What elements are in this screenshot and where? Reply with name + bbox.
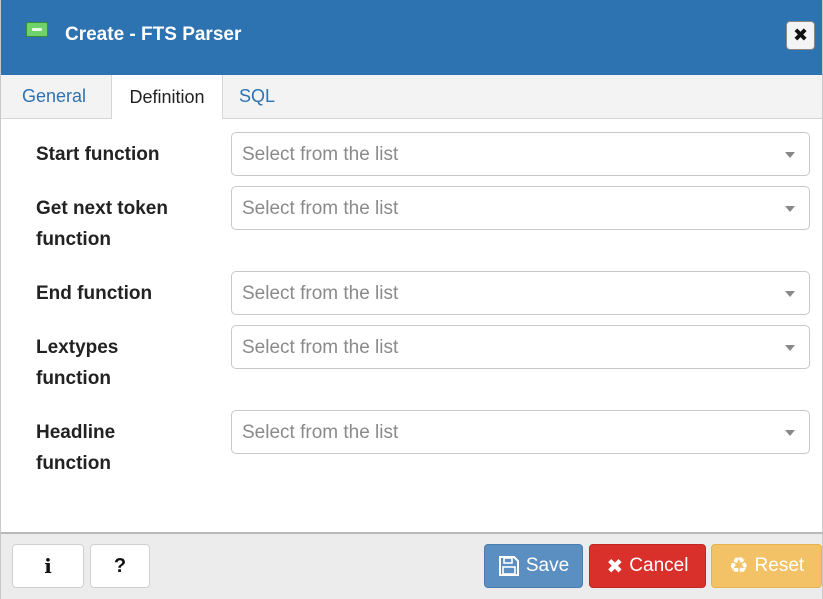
recycle-icon: ♻ bbox=[728, 553, 749, 578]
caret-down-icon bbox=[785, 152, 795, 158]
start-function-select[interactable]: Select from the list bbox=[231, 132, 810, 176]
floppy-disk-icon bbox=[498, 555, 520, 577]
save-button[interactable]: Save bbox=[484, 544, 583, 588]
lextypes-function-select[interactable]: Select from the list bbox=[231, 325, 810, 369]
reset-button[interactable]: ♻ Reset bbox=[711, 544, 822, 588]
label-line: End function bbox=[36, 283, 153, 304]
caret-down-icon bbox=[785, 430, 795, 436]
select-placeholder: Select from the list bbox=[242, 198, 399, 219]
get-next-token-function-select[interactable]: Select from the list bbox=[231, 186, 810, 230]
start-function-label: Start function bbox=[36, 139, 160, 170]
select-placeholder: Select from the list bbox=[242, 144, 399, 165]
help-icon: ? bbox=[113, 554, 127, 577]
caret-down-icon bbox=[785, 291, 795, 297]
caret-down-icon bbox=[785, 206, 795, 212]
x-mark-icon: ✖ bbox=[606, 555, 624, 578]
tab-definition[interactable]: Definition bbox=[111, 75, 223, 119]
select-placeholder: Select from the list bbox=[242, 337, 399, 358]
reset-label: Reset bbox=[754, 555, 805, 576]
help-button[interactable]: ? bbox=[90, 544, 150, 588]
caret-down-icon bbox=[785, 345, 795, 351]
dialog-footer: i ? Save ✖ Cancel ♻ Reset bbox=[1, 532, 822, 599]
create-fts-parser-dialog: Create - FTS Parser ✖ General Definition… bbox=[0, 0, 823, 599]
select-placeholder: Select from the list bbox=[242, 283, 399, 304]
tab-general[interactable]: General bbox=[1, 75, 107, 118]
label-line: Headline bbox=[36, 422, 116, 443]
select-placeholder: Select from the list bbox=[242, 422, 399, 443]
cancel-button[interactable]: ✖ Cancel bbox=[589, 544, 706, 588]
fts-parser-icon bbox=[26, 22, 48, 37]
label-line: function bbox=[36, 368, 111, 389]
label-line: Start function bbox=[36, 144, 160, 165]
label-line: function bbox=[36, 453, 111, 474]
save-label: Save bbox=[525, 555, 570, 576]
dialog-titlebar: Create - FTS Parser ✖ bbox=[1, 0, 822, 75]
lextypes-function-label: Lextypes function bbox=[36, 332, 118, 394]
tab-sql[interactable]: SQL bbox=[227, 75, 287, 118]
close-icon: ✖ bbox=[792, 25, 809, 45]
label-line: Get next token bbox=[36, 198, 168, 219]
end-function-label: End function bbox=[36, 278, 152, 309]
cancel-label: Cancel bbox=[629, 555, 689, 576]
headline-function-select[interactable]: Select from the list bbox=[231, 410, 810, 454]
dialog-title: Create - FTS Parser bbox=[65, 24, 242, 45]
tab-bar: General Definition SQL bbox=[1, 75, 822, 119]
label-line: function bbox=[36, 229, 111, 250]
end-function-select[interactable]: Select from the list bbox=[231, 271, 810, 315]
info-button[interactable]: i bbox=[12, 544, 84, 588]
info-icon: i bbox=[44, 554, 52, 578]
close-button[interactable]: ✖ bbox=[786, 21, 815, 50]
label-line: Lextypes bbox=[36, 337, 119, 358]
get-next-token-function-label: Get next token function bbox=[36, 193, 168, 255]
headline-function-label: Headline function bbox=[36, 417, 115, 479]
